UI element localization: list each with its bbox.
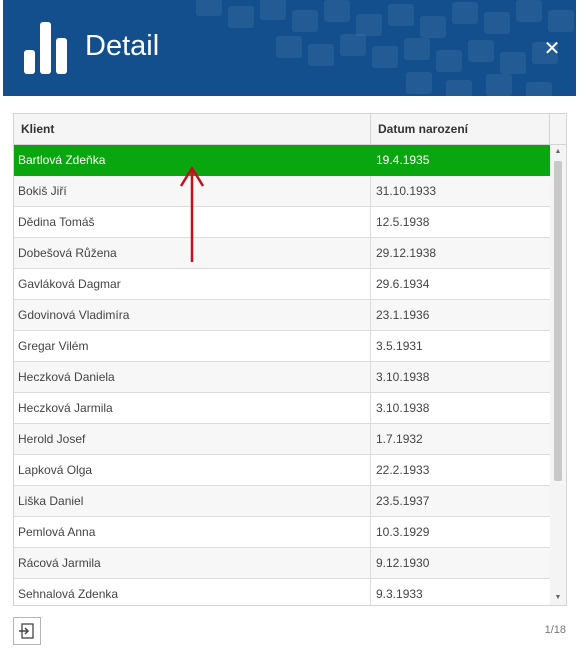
- table-row[interactable]: Herold Josef 1.7.1932: [14, 424, 550, 455]
- column-header-birth-date[interactable]: Datum narození: [371, 114, 550, 144]
- table-row[interactable]: Rácová Jarmila 9.12.1930: [14, 548, 550, 579]
- close-icon[interactable]: ✕: [539, 36, 565, 62]
- grid-body: Bartlová Zdeňka 19.4.1935 Bokiš Jiří 31.…: [14, 145, 550, 605]
- birth-date-cell: 19.4.1935: [376, 153, 430, 167]
- birth-date-cell: 3.10.1938: [376, 370, 430, 384]
- client-name-cell: Herold Josef: [14, 424, 371, 454]
- red-annotation-arrow-icon: [179, 166, 205, 262]
- table-row[interactable]: Dobešová Růžena 29.12.1938: [14, 238, 550, 269]
- table-row[interactable]: Lapková Olga 22.2.1933: [14, 455, 550, 486]
- header-pattern: [196, 0, 574, 96]
- birth-date-cell: 3.5.1931: [376, 339, 423, 353]
- export-button[interactable]: [13, 617, 41, 645]
- page-indicator: 1/18: [544, 624, 566, 636]
- birth-date-cell: 23.1.1936: [376, 308, 430, 322]
- scroll-down-arrow-icon[interactable]: ▼: [550, 591, 566, 605]
- table-row[interactable]: Gregar Vilém 3.5.1931: [14, 331, 550, 362]
- table-row[interactable]: Heczková Daniela 3.10.1938: [14, 362, 550, 393]
- client-name-cell: Gdovinová Vladimíra: [14, 300, 371, 330]
- birth-date-cell: 29.12.1938: [376, 246, 437, 260]
- birth-date-cell: 3.10.1938: [376, 401, 430, 415]
- client-name-cell: Pemlová Anna: [14, 517, 371, 547]
- client-name-cell: Gregar Vilém: [14, 331, 371, 361]
- birth-date-cell: 22.2.1933: [376, 463, 430, 477]
- birth-date-cell: 29.6.1934: [376, 277, 430, 291]
- birth-date-cell: 23.5.1937: [376, 494, 430, 508]
- client-name-cell: Lapková Olga: [14, 455, 371, 485]
- bar-chart-logo-icon: [24, 22, 68, 74]
- client-name-cell: Gavláková Dagmar: [14, 269, 371, 299]
- client-name-cell: Heczková Jarmila: [14, 393, 371, 423]
- client-name-cell: Heczková Daniela: [14, 362, 371, 392]
- column-header-spacer: [550, 114, 566, 144]
- scrollbar-thumb[interactable]: [554, 161, 562, 481]
- table-row[interactable]: Gavláková Dagmar 29.6.1934: [14, 269, 550, 300]
- export-icon: [19, 623, 34, 639]
- page-title: Detail: [85, 30, 160, 62]
- table-row[interactable]: Sehnalová Zdenka 9.3.1933: [14, 579, 550, 605]
- table-row[interactable]: Pemlová Anna 10.3.1929: [14, 517, 550, 548]
- client-name-cell: Sehnalová Zdenka: [14, 579, 371, 605]
- table-row[interactable]: Gdovinová Vladimíra 23.1.1936: [14, 300, 550, 331]
- birth-date-cell: 1.7.1932: [376, 432, 423, 446]
- vertical-scrollbar[interactable]: ▲ ▼: [550, 145, 566, 605]
- birth-date-cell: 10.3.1929: [376, 525, 430, 539]
- column-header-client[interactable]: Klient: [14, 114, 371, 144]
- table-row[interactable]: Heczková Jarmila 3.10.1938: [14, 393, 550, 424]
- table-row[interactable]: Bokiš Jiří 31.10.1933: [14, 176, 550, 207]
- birth-date-cell: 9.3.1933: [376, 587, 423, 601]
- client-name-cell: Liška Daniel: [14, 486, 371, 516]
- table-row[interactable]: Liška Daniel 23.5.1937: [14, 486, 550, 517]
- header-bar: Detail ✕: [3, 0, 576, 96]
- scroll-up-arrow-icon[interactable]: ▲: [550, 145, 566, 159]
- birth-date-cell: 31.10.1933: [376, 184, 437, 198]
- client-grid: Klient Datum narození Bartlová Zdeňka 19…: [13, 113, 567, 606]
- table-row[interactable]: Dědina Tomáš 12.5.1938: [14, 207, 550, 238]
- grid-header: Klient Datum narození: [14, 114, 566, 145]
- table-row[interactable]: Bartlová Zdeňka 19.4.1935: [14, 145, 550, 176]
- birth-date-cell: 12.5.1938: [376, 215, 430, 229]
- client-name-cell: Rácová Jarmila: [14, 548, 371, 578]
- birth-date-cell: 9.12.1930: [376, 556, 430, 570]
